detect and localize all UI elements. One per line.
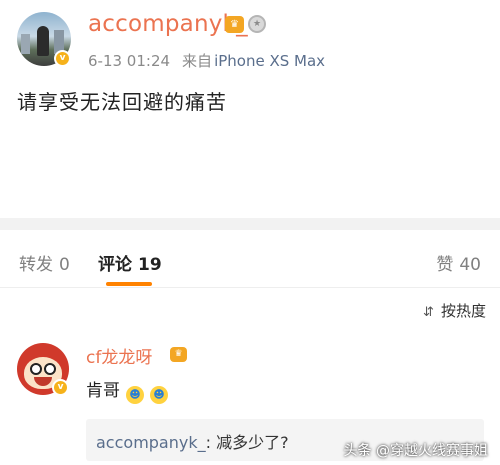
tab-comment-count: 19 [138, 255, 162, 275]
level-icon: ♛ [225, 16, 244, 33]
watermark: 头条 @穿越火线赛事姐 [343, 443, 488, 459]
post-date: 6-13 01:24 [88, 52, 171, 70]
comment-text: 肯哥 ☻ ☻ [86, 376, 168, 404]
emoji-icon: ☻ [150, 386, 168, 404]
verified-badge-icon: v [52, 379, 69, 396]
reply-separator: : [205, 433, 211, 452]
emoji-icon: ☻ [126, 386, 144, 404]
active-tab-indicator [106, 282, 152, 286]
tab-like-label: 赞 [436, 255, 454, 275]
tab-repost-count: 0 [59, 255, 70, 275]
device-name[interactable]: iPhone XS Max [214, 52, 325, 70]
tab-repost[interactable]: 转发 0 [19, 250, 70, 275]
tab-bar: 转发 0 评论 19 赞 40 [0, 230, 500, 288]
tab-comment-label: 评论 [98, 255, 132, 275]
avatar-building [21, 34, 30, 54]
source-prefix: 来自 [182, 52, 213, 70]
post-username[interactable]: accompanyk_ [88, 11, 248, 37]
comment-body: 肯哥 [86, 381, 120, 401]
post-card: v accompanyk_ ♛ ★ 6-13 01:24 来自 iPhone XS … [0, 0, 500, 218]
avatar-eye [44, 363, 56, 375]
level-icon: ♛ [170, 347, 187, 362]
reply-text: accompanyk_: 减多少了? [96, 429, 289, 453]
post-text: 请享受无法回避的痛苦 [17, 90, 227, 114]
reply-body: 减多少了? [216, 433, 289, 452]
tab-like-count: 40 [459, 255, 481, 275]
sort-by-hot-button[interactable]: ⇵ 按热度 [423, 300, 486, 321]
medal-icon: ★ [248, 15, 266, 33]
avatar-eye [30, 363, 42, 375]
commenter-username[interactable]: cf龙龙呀 [86, 343, 152, 368]
reply-username[interactable]: accompanyk_ [96, 433, 206, 452]
tab-comment[interactable]: 评论 19 [98, 250, 162, 275]
sort-icon: ⇵ [422, 305, 434, 320]
tab-repost-label: 转发 [19, 255, 53, 275]
tab-like[interactable]: 赞 40 [436, 250, 481, 275]
post-meta: 6-13 01:24 来自 iPhone XS Max [88, 50, 325, 71]
section-divider [0, 218, 500, 230]
verified-badge-icon: v [54, 50, 71, 67]
sort-label: 按热度 [440, 302, 486, 320]
avatar-person [37, 26, 49, 56]
